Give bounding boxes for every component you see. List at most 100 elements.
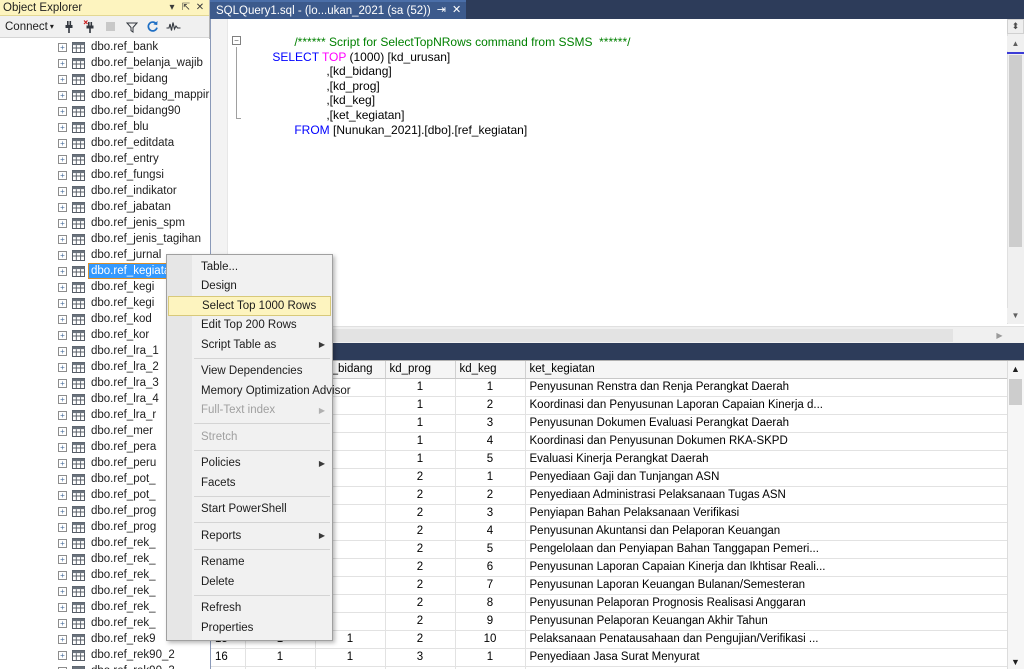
cell-kd-prog[interactable]: 2 — [385, 594, 456, 613]
cell-ket-kegiatan[interactable]: Penyusunan Pelaporan Prognosis Realisasi… — [525, 594, 1024, 613]
cell-kd-keg[interactable]: 10 — [455, 630, 526, 649]
cell-kd-prog[interactable]: 2 — [385, 504, 456, 523]
scroll-down-icon[interactable]: ▼ — [1007, 308, 1024, 323]
tree-item-dbo-ref-indikator[interactable]: + dbo.ref_indikator — [0, 183, 210, 199]
filter-icon[interactable] — [123, 18, 141, 36]
expander-plus-icon[interactable]: + — [58, 186, 67, 196]
tab-sqlquery1[interactable]: SQLQuery1.sql - (lo...ukan_2021 (sa (52)… — [210, 0, 467, 19]
expander-plus-icon[interactable]: + — [58, 362, 67, 372]
cell-kd-keg[interactable]: 4 — [455, 522, 526, 541]
menu-item-view-dependencies[interactable]: View Dependencies — [167, 362, 332, 382]
tree-item-dbo-ref-belanja-wajib[interactable]: + dbo.ref_belanja_wajib — [0, 55, 210, 71]
scroll-up-icon[interactable]: ▲ — [1007, 361, 1024, 377]
scroll-right-icon[interactable]: ▶ — [991, 327, 1008, 343]
table-row[interactable]: 16 1 1 3 1 Penyediaan Jasa Surat Menyurat — [211, 648, 1024, 667]
cell-ket-kegiatan[interactable]: Penyusunan Renstra dan Renja Perangkat D… — [525, 378, 1024, 397]
tree-item-dbo-ref-entry[interactable]: + dbo.ref_entry — [0, 151, 210, 167]
expander-plus-icon[interactable]: + — [58, 650, 67, 660]
cell-ket-kegiatan[interactable]: Evaluasi Kinerja Perangkat Daerah — [525, 450, 1024, 469]
menu-item-script-table-as[interactable]: Script Table as ▶ — [167, 335, 332, 355]
cell-ket-kegiatan[interactable]: Penyusunan Laporan Keuangan Bulanan/Seme… — [525, 576, 1024, 595]
activity-monitor-icon[interactable] — [165, 18, 183, 36]
scroll-up-icon[interactable]: ▲ — [1007, 36, 1024, 51]
editor-scroll-thumb[interactable] — [1009, 55, 1022, 247]
menu-item-delete[interactable]: Delete — [167, 572, 332, 592]
expander-plus-icon[interactable]: + — [58, 282, 67, 292]
column-header-kd-keg[interactable]: kd_keg — [455, 361, 526, 379]
tree-item-dbo-ref-bidang90[interactable]: + dbo.ref_bidang90 — [0, 103, 210, 119]
row-number-cell[interactable]: 16 — [211, 648, 246, 667]
column-header-ket-kegiatan[interactable]: ket_kegiatan — [525, 361, 1024, 379]
expander-plus-icon[interactable]: + — [58, 74, 67, 84]
cell-kd-keg[interactable]: 9 — [455, 612, 526, 631]
expander-plus-icon[interactable]: + — [58, 218, 67, 228]
cell-ket-kegiatan[interactable]: Penyusunan Pelaporan Keuangan Akhir Tahu… — [525, 612, 1024, 631]
cell-kd-keg[interactable]: 3 — [455, 504, 526, 523]
menu-item-reports[interactable]: Reports ▶ — [167, 526, 332, 546]
editor-vertical-scrollbar[interactable]: ⬍ ▲ ▼ — [1007, 19, 1024, 324]
cell-kd-keg[interactable]: 5 — [455, 540, 526, 559]
expander-plus-icon[interactable]: + — [58, 506, 67, 516]
expander-plus-icon[interactable]: + — [58, 586, 67, 596]
cell-kd-prog[interactable]: 3 — [385, 648, 456, 667]
expander-plus-icon[interactable]: + — [58, 394, 67, 404]
refresh-icon[interactable] — [144, 18, 162, 36]
cell-kd-prog[interactable]: 2 — [385, 522, 456, 541]
expander-plus-icon[interactable]: + — [58, 426, 67, 436]
cell-kd-urusan[interactable]: 1 — [245, 648, 316, 667]
table-context-menu[interactable]: Table... Design Select Top 1000 Rows Edit T… — [166, 254, 351, 641]
menu-item-policies[interactable]: Policies ▶ — [167, 454, 332, 474]
cell-kd-keg[interactable]: 3 — [455, 414, 526, 433]
expander-plus-icon[interactable]: + — [58, 602, 67, 612]
menu-item-start-powershell[interactable]: Start PowerShell — [167, 500, 332, 520]
expander-plus-icon[interactable]: + — [58, 634, 67, 644]
cell-kd-keg[interactable]: 2 — [455, 486, 526, 505]
menu-item-facets[interactable]: Facets — [167, 473, 332, 493]
cell-kd-keg[interactable]: 1 — [455, 378, 526, 397]
cell-kd-keg[interactable]: 4 — [455, 432, 526, 451]
expander-plus-icon[interactable]: + — [58, 154, 67, 164]
pin-icon[interactable]: ⇥ — [437, 5, 446, 16]
tree-item-dbo-ref-bidang[interactable]: + dbo.ref_bidang — [0, 71, 210, 87]
tree-item-dbo-ref-rek90-3[interactable]: +dbo.ref_rek90_3 — [0, 663, 210, 669]
tree-item-dbo-ref-editdata[interactable]: + dbo.ref_editdata — [0, 135, 210, 151]
cell-kd-prog[interactable]: 1 — [385, 450, 456, 469]
cell-kd-keg[interactable]: 8 — [455, 594, 526, 613]
chevron-down-icon[interactable]: ▾ — [165, 1, 179, 15]
menu-item-refresh[interactable]: Refresh — [167, 599, 332, 619]
menu-item-edit-top-200-rows[interactable]: Edit Top 200 Rows — [167, 316, 332, 336]
scroll-down-icon[interactable]: ▼ — [1007, 654, 1024, 669]
results-vertical-scrollbar[interactable]: ▲ ▼ — [1007, 361, 1024, 669]
cell-ket-kegiatan[interactable]: Penyusunan Dokumen Evaluasi Perangkat Da… — [525, 414, 1024, 433]
cell-kd-keg[interactable]: 7 — [455, 576, 526, 595]
expander-plus-icon[interactable]: + — [58, 266, 67, 276]
expander-plus-icon[interactable]: + — [58, 202, 67, 212]
cell-ket-kegiatan[interactable]: Penyusunan Akuntansi dan Pelaporan Keuan… — [525, 522, 1024, 541]
expander-plus-icon[interactable]: + — [58, 330, 67, 340]
menu-item-memory-optimization-advisor[interactable]: Memory Optimization Advisor — [167, 381, 351, 401]
close-icon[interactable]: ✕ — [193, 1, 207, 15]
tree-item-dbo-ref-bidang-mappir[interactable]: + dbo.ref_bidang_mappir — [0, 87, 210, 103]
expander-plus-icon[interactable]: + — [58, 442, 67, 452]
cell-ket-kegiatan[interactable]: Koordinasi dan Penyusunan Dokumen RKA-SK… — [525, 432, 1024, 451]
results-scroll-thumb[interactable] — [1009, 379, 1022, 405]
menu-item-select-top-1000-rows[interactable]: Select Top 1000 Rows — [168, 296, 331, 316]
cell-ket-kegiatan[interactable]: Penyiapan Bahan Pelaksanaan Verifikasi — [525, 504, 1024, 523]
sql-code-text[interactable]: /****** Script for SelectTopNRows comman… — [231, 21, 630, 137]
expander-plus-icon[interactable]: + — [58, 250, 67, 260]
expander-plus-icon[interactable]: + — [58, 138, 67, 148]
connect-object-explorer-icon[interactable] — [60, 18, 78, 36]
menu-item-rename[interactable]: Rename — [167, 553, 332, 573]
expander-plus-icon[interactable]: + — [58, 618, 67, 628]
cell-ket-kegiatan[interactable]: Penyediaan Gaji dan Tunjangan ASN — [525, 468, 1024, 487]
menu-item-table[interactable]: Table... — [167, 257, 332, 277]
tree-item-dbo-ref-bank[interactable]: + dbo.ref_bank — [0, 39, 210, 55]
expander-plus-icon[interactable]: + — [58, 346, 67, 356]
expander-plus-icon[interactable]: + — [58, 234, 67, 244]
close-icon[interactable]: ✕ — [452, 5, 461, 16]
cell-ket-kegiatan[interactable]: Penyediaan Jasa Surat Menyurat — [525, 648, 1024, 667]
expander-plus-icon[interactable]: + — [58, 378, 67, 388]
tree-item-dbo-ref-rek90-2[interactable]: + dbo.ref_rek90_2 — [0, 647, 210, 663]
cell-kd-keg[interactable]: 5 — [455, 450, 526, 469]
cell-ket-kegiatan[interactable]: Penyediaan Administrasi Pelaksanaan Tuga… — [525, 486, 1024, 505]
